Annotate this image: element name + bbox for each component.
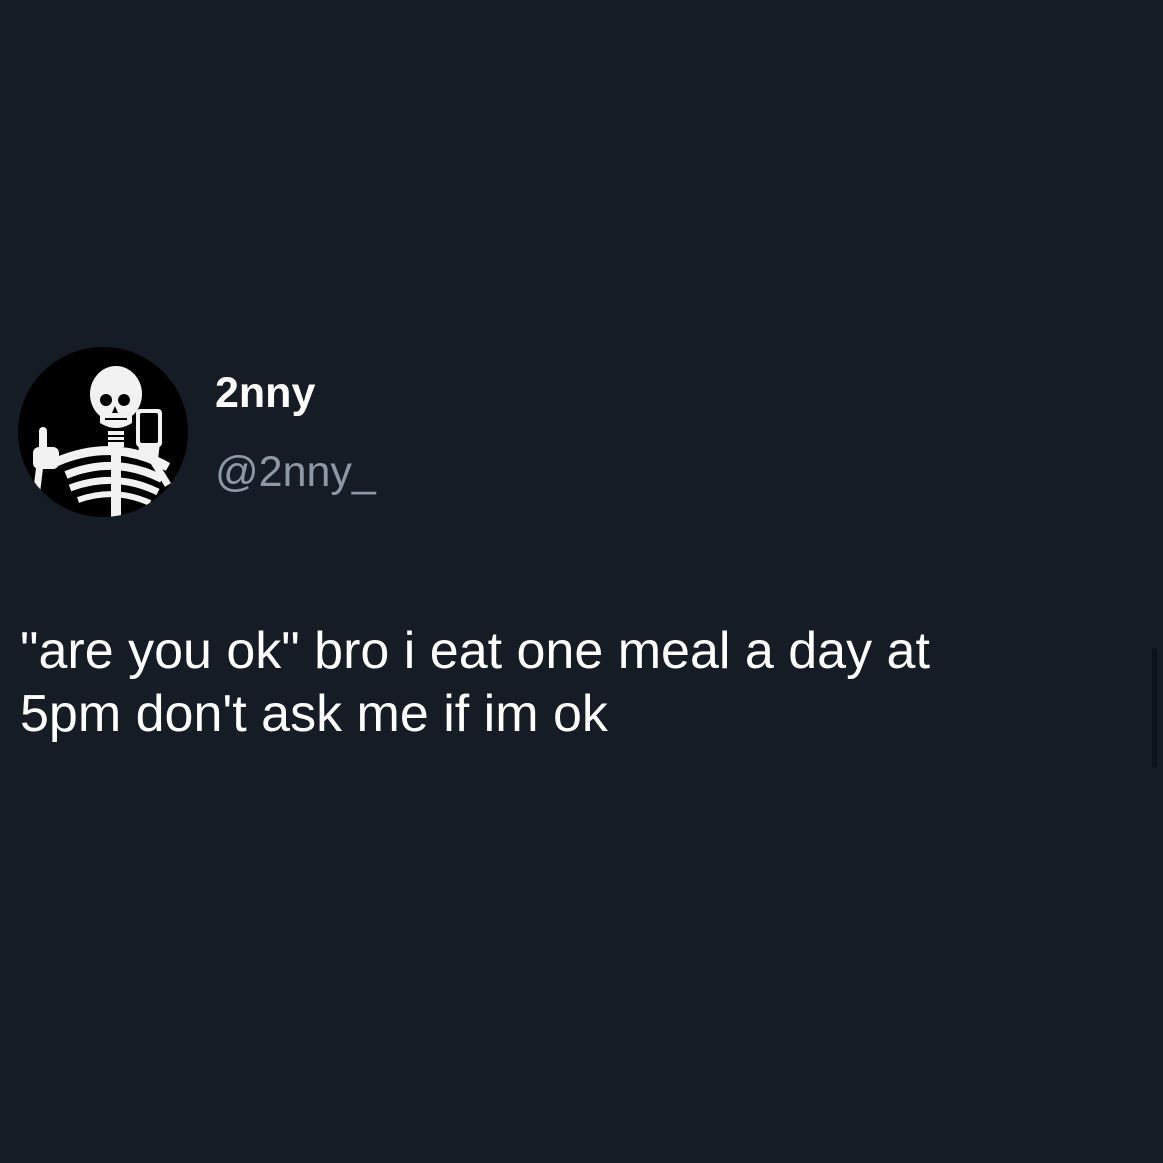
user-handle[interactable]: @2nny_ (215, 451, 376, 494)
display-name[interactable]: 2nny (215, 372, 315, 415)
scrollbar-edge (1152, 648, 1157, 768)
tweet-screenshot: 2nny @2nny_ "are you ok" bro i eat one m… (0, 0, 1163, 1163)
tweet-card: 2nny @2nny_ "are you ok" bro i eat one m… (0, 0, 1163, 1163)
tweet-text: "are you ok" bro i eat one meal a day at… (20, 622, 930, 743)
skeleton-avatar-icon (18, 347, 188, 517)
profile-avatar[interactable] (18, 347, 188, 517)
